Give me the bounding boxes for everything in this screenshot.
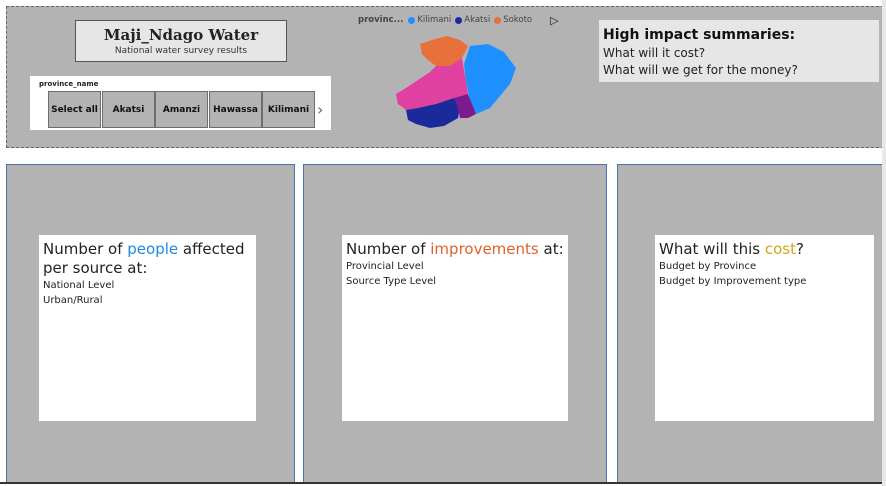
- slicer-option-akatsi[interactable]: Akatsi: [102, 91, 155, 128]
- card-line: Budget by Improvement type: [659, 276, 807, 287]
- chevron-right-icon[interactable]: ›: [317, 100, 323, 119]
- right-edge: [882, 0, 886, 486]
- high-impact-summaries: High impact summaries: What will it cost…: [599, 20, 879, 82]
- play-icon[interactable]: ▷: [550, 14, 558, 27]
- report-title: Maji_Ndago Water: [103, 26, 259, 44]
- card-heading: Number of people affected per source at:: [43, 240, 245, 277]
- legend-dot-icon: [408, 16, 416, 24]
- report-subtitle: National water survey results: [114, 46, 248, 56]
- legend-label: Akatsi: [464, 15, 491, 25]
- bottom-border: [0, 482, 882, 484]
- province-map[interactable]: [392, 32, 522, 132]
- slicer-option-amanzi[interactable]: Amanzi: [155, 91, 208, 128]
- legend-label: Sokoto: [503, 15, 533, 25]
- province-slicer: province_name Select all Akatsi Amanzi H…: [30, 76, 331, 130]
- slicer-option-kilimani[interactable]: Kilimani: [262, 91, 315, 128]
- legend-dot-icon: [494, 16, 502, 24]
- legend-item-sokoto[interactable]: Sokoto: [494, 15, 532, 25]
- card-heading: What will this cost?: [659, 240, 804, 258]
- legend-label: Kilimani: [417, 15, 452, 25]
- legend-title: provinc...: [358, 15, 404, 25]
- map-legend: provinc... Kilimani Akatsi Sokoto ▷: [358, 14, 559, 27]
- card-line: Budget by Province: [659, 261, 757, 272]
- card-line: Urban/Rural: [43, 295, 103, 306]
- slicer-label: province_name: [39, 80, 99, 88]
- summary-line: What will we get for the money?: [603, 63, 798, 77]
- card-line: Provincial Level: [346, 261, 424, 272]
- summaries-title: High impact summaries:: [603, 27, 796, 43]
- slicer-option-select-all[interactable]: Select all: [48, 91, 101, 128]
- slicer-option-hawassa[interactable]: Hawassa: [209, 91, 262, 128]
- legend-item-akatsi[interactable]: Akatsi: [455, 15, 490, 25]
- card-people-content: Number of people affected per source at:…: [39, 235, 256, 421]
- legend-item-kilimani[interactable]: Kilimani: [408, 15, 451, 25]
- card-line: Source Type Level: [346, 276, 437, 287]
- card-cost-content: What will this cost? Budget by Province …: [655, 235, 874, 421]
- card-heading: Number of improvements at:: [346, 240, 564, 258]
- card-line: National Level: [43, 280, 115, 291]
- card-improvements-content: Number of improvements at: Provincial Le…: [342, 235, 568, 421]
- legend-dot-icon: [455, 16, 463, 24]
- report-title-box: Maji_Ndago Water National water survey r…: [75, 20, 287, 62]
- summary-line: What will it cost?: [603, 46, 706, 60]
